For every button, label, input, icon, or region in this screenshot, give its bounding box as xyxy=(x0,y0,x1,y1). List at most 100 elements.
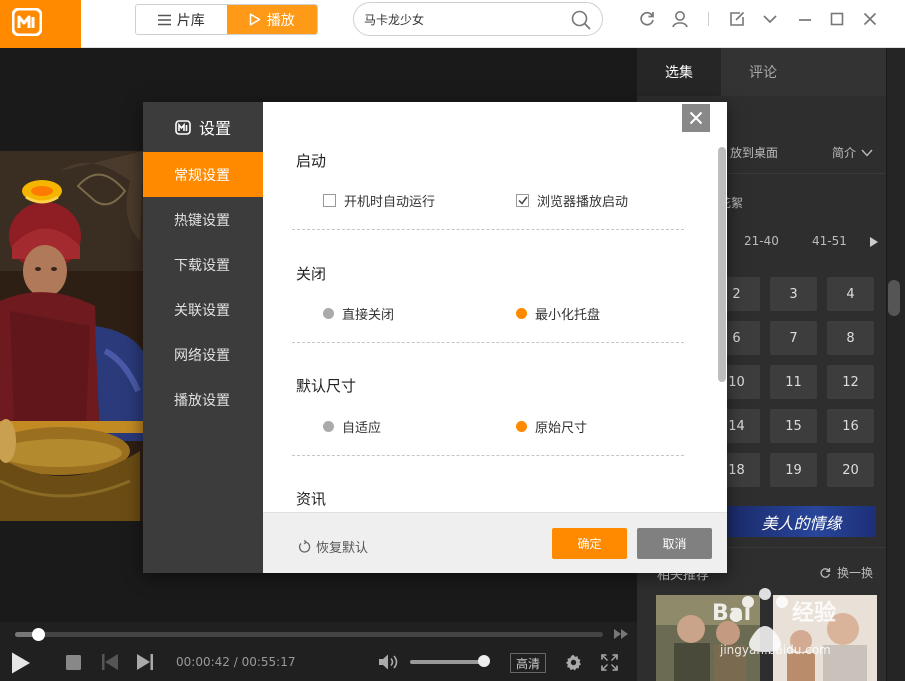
section-size-title: 默认尺寸 xyxy=(296,377,357,395)
quality-button[interactable]: 高清 xyxy=(510,653,546,673)
minimize-tray-label: 最小化托盘 xyxy=(535,308,601,323)
chevron-down-icon[interactable] xyxy=(760,9,780,29)
tab-comments[interactable]: 评论 xyxy=(721,48,805,96)
refresh-icon xyxy=(820,567,831,578)
nav-general-settings[interactable]: 常规设置 xyxy=(143,152,263,197)
player-controls: 00:00:42 / 00:55:17 高清 xyxy=(0,622,637,681)
refresh-icon[interactable] xyxy=(637,9,657,29)
intro-label: 简介 xyxy=(832,146,857,160)
episode-button[interactable]: 8 xyxy=(827,321,874,355)
banner-title: 美人的情缘 xyxy=(761,513,842,533)
time-display: 00:00:42 / 00:55:17 xyxy=(176,655,295,669)
total-duration: 00:55:17 xyxy=(241,655,296,669)
video-frame[interactable] xyxy=(0,151,143,521)
fullscreen-icon[interactable] xyxy=(601,654,618,671)
nav-download-settings[interactable]: 下载设置 xyxy=(143,242,263,287)
radio-selected xyxy=(516,308,527,319)
checkbox-checked xyxy=(516,194,529,207)
refresh-related-button[interactable]: 换一换 xyxy=(819,564,873,581)
adaptive-size-radio[interactable]: 自适应 xyxy=(323,417,381,436)
checkbox-unchecked xyxy=(323,194,336,207)
mango-logo-icon xyxy=(175,119,191,135)
watermark-text-jingyan: 经验 xyxy=(792,600,836,626)
gear-icon[interactable] xyxy=(565,654,582,671)
user-icon[interactable] xyxy=(670,9,690,29)
app-logo[interactable] xyxy=(0,0,81,48)
library-tab-label: 片库 xyxy=(176,12,205,29)
settings-dialog: 设置 常规设置 热键设置 下载设置 关联设置 网络设置 播放设置 启动 开机时自… xyxy=(143,102,727,573)
settings-sidebar: 设置 常规设置 热键设置 下载设置 关联设置 网络设置 播放设置 xyxy=(143,102,263,573)
section-startup-title: 启动 xyxy=(296,152,327,170)
top-bar: 片库 播放 xyxy=(0,0,905,48)
fast-forward-icon[interactable] xyxy=(614,629,628,639)
menu-icon xyxy=(157,14,171,25)
radio-selected xyxy=(516,421,527,432)
settings-scrollbar[interactable] xyxy=(718,147,726,382)
search-box xyxy=(353,2,603,36)
episode-button[interactable]: 11 xyxy=(770,365,817,399)
auto-run-checkbox[interactable]: 开机时自动运行 xyxy=(323,191,435,210)
close-window-icon[interactable] xyxy=(860,9,880,29)
range-21-40[interactable]: 21-40 xyxy=(744,234,779,248)
checkmark-icon xyxy=(517,196,528,205)
edit-icon[interactable] xyxy=(727,9,747,29)
minimize-tray-radio[interactable]: 最小化托盘 xyxy=(516,304,600,323)
maximize-icon[interactable] xyxy=(827,9,847,29)
tab-episodes[interactable]: 选集 xyxy=(637,48,721,96)
play-icon[interactable] xyxy=(10,651,32,675)
nav-playback-settings[interactable]: 播放设置 xyxy=(143,377,263,422)
desktop-shortcut-link[interactable]: 放到桌面 xyxy=(730,144,778,161)
minimize-icon[interactable] xyxy=(795,9,815,29)
search-input[interactable] xyxy=(364,10,564,28)
next-range-icon[interactable] xyxy=(870,237,878,247)
progress-bar[interactable] xyxy=(15,628,603,641)
browser-launch-checkbox[interactable]: 浏览器播放启动 xyxy=(516,191,628,210)
episode-button[interactable]: 19 xyxy=(770,453,817,487)
volume-slider[interactable] xyxy=(410,655,490,667)
panel-tabs: 选集 评论 xyxy=(637,48,886,96)
baidu-watermark: Bai 经验 jingyan.baidu.com xyxy=(712,588,836,657)
restore-defaults-label: 恢复默认 xyxy=(316,541,369,556)
video-image xyxy=(0,151,143,521)
search-icon[interactable] xyxy=(570,9,592,31)
confirm-button[interactable]: 确定 xyxy=(552,528,627,559)
nav-hotkey-settings[interactable]: 热键设置 xyxy=(143,197,263,242)
original-size-radio[interactable]: 原始尺寸 xyxy=(516,417,587,436)
volume-icon[interactable] xyxy=(378,653,400,671)
episode-button[interactable]: 12 xyxy=(827,365,874,399)
chevron-down-icon xyxy=(861,149,873,157)
episode-button[interactable]: 3 xyxy=(770,277,817,311)
next-icon[interactable] xyxy=(137,654,153,670)
close-icon xyxy=(689,111,703,125)
episode-button[interactable]: 4 xyxy=(827,277,874,311)
dialog-close-button[interactable] xyxy=(682,104,710,132)
restore-icon xyxy=(298,539,311,553)
episode-button[interactable]: 20 xyxy=(827,453,874,487)
restore-defaults-button[interactable]: 恢复默认 xyxy=(298,537,368,556)
section-divider xyxy=(292,342,684,343)
refresh-related-label: 换一换 xyxy=(837,566,874,580)
progress-handle[interactable] xyxy=(31,628,45,641)
play-tab[interactable]: 播放 xyxy=(226,5,317,34)
watermark-text-bai: Bai xyxy=(712,601,751,626)
stop-icon[interactable] xyxy=(66,655,81,670)
previous-icon[interactable] xyxy=(102,654,118,670)
episode-button[interactable]: 7 xyxy=(770,321,817,355)
play-outline-icon xyxy=(249,13,260,26)
promo-banner[interactable]: 美人的情缘 xyxy=(727,506,876,537)
intro-toggle[interactable]: 简介 xyxy=(832,144,873,161)
episode-button[interactable]: 16 xyxy=(827,409,874,443)
episode-button[interactable]: 15 xyxy=(770,409,817,443)
range-41-51[interactable]: 41-51 xyxy=(812,234,847,248)
library-tab[interactable]: 片库 xyxy=(136,5,227,34)
settings-title: 设置 xyxy=(143,102,263,152)
settings-content: 启动 开机时自动运行 浏览器播放启动 关闭 直接关闭 最小化托盘 默认尺寸 自适… xyxy=(263,102,727,512)
browser-launch-label: 浏览器播放启动 xyxy=(537,195,629,210)
cancel-button[interactable]: 取消 xyxy=(637,528,712,559)
nav-association-settings[interactable]: 关联设置 xyxy=(143,287,263,332)
panel-scrollbar-thumb[interactable] xyxy=(888,280,900,316)
close-direct-radio[interactable]: 直接关闭 xyxy=(323,304,394,323)
section-close-title: 关闭 xyxy=(296,265,327,283)
nav-network-settings[interactable]: 网络设置 xyxy=(143,332,263,377)
volume-handle[interactable] xyxy=(477,655,490,667)
